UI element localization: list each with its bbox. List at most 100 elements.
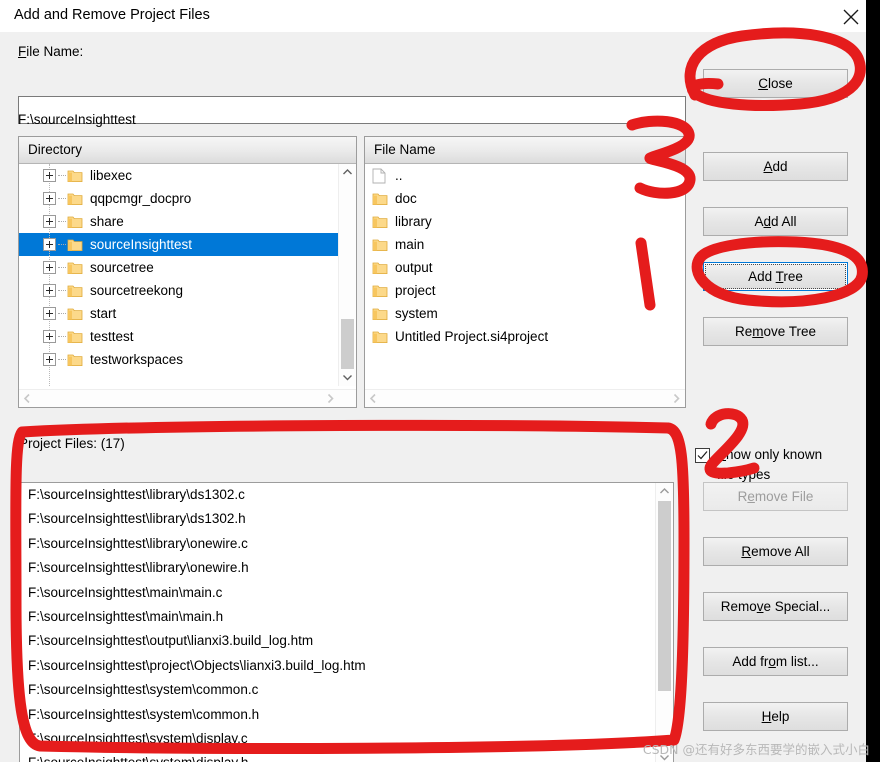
directory-tree-item-label: libexec	[90, 168, 133, 183]
project-file-row[interactable]: F:\sourceInsighttest\main\main.c	[20, 581, 655, 605]
expand-icon[interactable]	[43, 330, 56, 343]
directory-tree-item[interactable]: sourceInsighttest	[19, 233, 339, 256]
project-file-row[interactable]: F:\sourceInsighttest\system\display.h	[20, 751, 655, 762]
folder-icon	[372, 215, 388, 229]
directory-tree-item-label: sourcetreekong	[90, 283, 184, 298]
project-file-row[interactable]: F:\sourceInsighttest\library\ds1302.c	[20, 483, 655, 507]
directory-tree-item[interactable]: testworkspaces	[19, 348, 339, 371]
directory-tree-item[interactable]: sourcetreekong	[19, 279, 339, 302]
project-file-row[interactable]: F:\sourceInsighttest\system\common.c	[20, 678, 655, 702]
folder-icon	[67, 353, 83, 367]
directory-tree-item[interactable]: sourcetree	[19, 256, 339, 279]
filename-panel: File Name .. doc library main output project s…	[364, 136, 686, 408]
expand-icon[interactable]	[43, 215, 56, 228]
project-files-vertical-scrollbar[interactable]	[655, 483, 673, 762]
file-list-item[interactable]: Untitled Project.si4project	[365, 325, 685, 348]
directory-tree-item-label: testworkspaces	[90, 352, 184, 367]
expand-icon[interactable]	[43, 192, 56, 205]
file-list-item[interactable]: project	[365, 279, 685, 302]
scroll-right-icon[interactable]	[322, 390, 339, 407]
remove-all-button[interactable]: Remove All	[703, 537, 848, 566]
project-file-row[interactable]: F:\sourceInsighttest\output\lianxi3.buil…	[20, 629, 655, 653]
show-only-known-file-types-label: Show only known file types	[717, 447, 823, 482]
folder-icon	[67, 215, 83, 229]
remove-tree-button-label: Remove Tree	[734, 324, 817, 339]
filename-horizontal-scrollbar[interactable]	[365, 389, 685, 407]
current-path-label: F:\sourceInsighttest	[18, 112, 136, 127]
directory-panel: Directory libexec qqpcmgr_docpro share sour…	[18, 136, 357, 408]
project-file-row[interactable]: F:\sourceInsighttest\system\common.h	[20, 703, 655, 727]
file-list-item[interactable]: library	[365, 210, 685, 233]
file-list-item-label: Untitled Project.si4project	[395, 329, 549, 344]
folder-icon	[372, 261, 388, 275]
file-list-item-label: ..	[395, 168, 403, 183]
directory-list[interactable]: libexec qqpcmgr_docpro share sourceInsightt…	[19, 164, 339, 386]
folder-icon	[67, 330, 83, 344]
project-file-row[interactable]: F:\sourceInsighttest\library\ds1302.h	[20, 507, 655, 531]
add-button-label: Add	[763, 159, 788, 174]
tree-connector	[58, 174, 66, 177]
project-files-label: Project Files: (17)	[19, 436, 125, 451]
remove-file-button-label: Remove File	[737, 489, 814, 504]
directory-tree-item[interactable]: testtest	[19, 325, 339, 348]
folder-icon	[67, 284, 83, 298]
directory-tree-item-label: start	[90, 306, 117, 321]
file-list[interactable]: .. doc library main output project system Untit…	[365, 164, 685, 391]
file-list-item[interactable]: output	[365, 256, 685, 279]
file-list-item[interactable]: ..	[365, 164, 685, 187]
tree-connector	[58, 197, 66, 200]
expand-icon[interactable]	[43, 284, 56, 297]
directory-tree-item-label: sourcetree	[90, 260, 154, 275]
project-file-row[interactable]: F:\sourceInsighttest\library\onewire.h	[20, 556, 655, 580]
add-from-list-button[interactable]: Add from list...	[703, 647, 848, 676]
remove-tree-button[interactable]: Remove Tree	[703, 317, 848, 346]
directory-tree-item[interactable]: libexec	[19, 164, 339, 187]
expand-icon[interactable]	[43, 169, 56, 182]
project-file-row[interactable]: F:\sourceInsighttest\project\Objects\lia…	[20, 654, 655, 678]
file-list-item[interactable]: doc	[365, 187, 685, 210]
tree-connector	[58, 266, 66, 269]
directory-panel-header: Directory	[19, 137, 356, 164]
expand-icon[interactable]	[43, 307, 56, 320]
scroll-right-icon[interactable]	[668, 390, 685, 407]
project-file-row[interactable]: F:\sourceInsighttest\system\display.c	[20, 727, 655, 751]
directory-tree-item-label: testtest	[90, 329, 134, 344]
file-list-item[interactable]: main	[365, 233, 685, 256]
scroll-thumb[interactable]	[658, 501, 671, 691]
expand-icon[interactable]	[43, 238, 56, 251]
scroll-up-icon[interactable]	[339, 164, 356, 181]
scroll-thumb[interactable]	[341, 319, 354, 369]
directory-vertical-scrollbar[interactable]	[338, 164, 356, 386]
tree-connector	[58, 289, 66, 292]
watermark: CSDN @还有好多东西要学的嵌入式小白	[642, 742, 870, 757]
expand-icon[interactable]	[43, 261, 56, 274]
scroll-left-icon[interactable]	[19, 390, 36, 407]
expand-icon[interactable]	[43, 353, 56, 366]
remove-all-button-label: Remove All	[741, 544, 810, 559]
project-file-row[interactable]: F:\sourceInsighttest\library\onewire.c	[20, 532, 655, 556]
file-list-item[interactable]: system	[365, 302, 685, 325]
remove-special-button[interactable]: Remove Special...	[703, 592, 848, 621]
show-only-known-file-types-checkbox[interactable]	[695, 448, 710, 463]
help-button[interactable]: Help	[703, 702, 848, 731]
scroll-up-icon[interactable]	[656, 483, 673, 500]
directory-tree-item[interactable]: qqpcmgr_docpro	[19, 187, 339, 210]
directory-tree-item-label: sourceInsighttest	[90, 237, 193, 252]
file-list-item-label: main	[395, 237, 425, 252]
close-button-label: Close	[758, 76, 793, 91]
add-button[interactable]: Add	[703, 152, 848, 181]
folder-icon	[67, 192, 83, 206]
directory-horizontal-scrollbar[interactable]	[19, 389, 356, 407]
scroll-left-icon[interactable]	[365, 390, 382, 407]
dialog-window: Add and Remove Project Files File Name: …	[0, 0, 880, 762]
add-tree-button[interactable]: Add Tree	[703, 262, 848, 291]
add-all-button[interactable]: Add All	[703, 207, 848, 236]
folder-icon	[372, 330, 388, 344]
remove-file-button: Remove File	[703, 482, 848, 511]
directory-tree-item[interactable]: share	[19, 210, 339, 233]
directory-tree-item[interactable]: start	[19, 302, 339, 325]
scroll-down-icon[interactable]	[339, 369, 356, 386]
close-button[interactable]: Close	[703, 69, 848, 98]
project-file-row[interactable]: F:\sourceInsighttest\main\main.h	[20, 605, 655, 629]
project-files-list[interactable]: F:\sourceInsighttest\library\ds1302.c F:\…	[19, 482, 674, 762]
